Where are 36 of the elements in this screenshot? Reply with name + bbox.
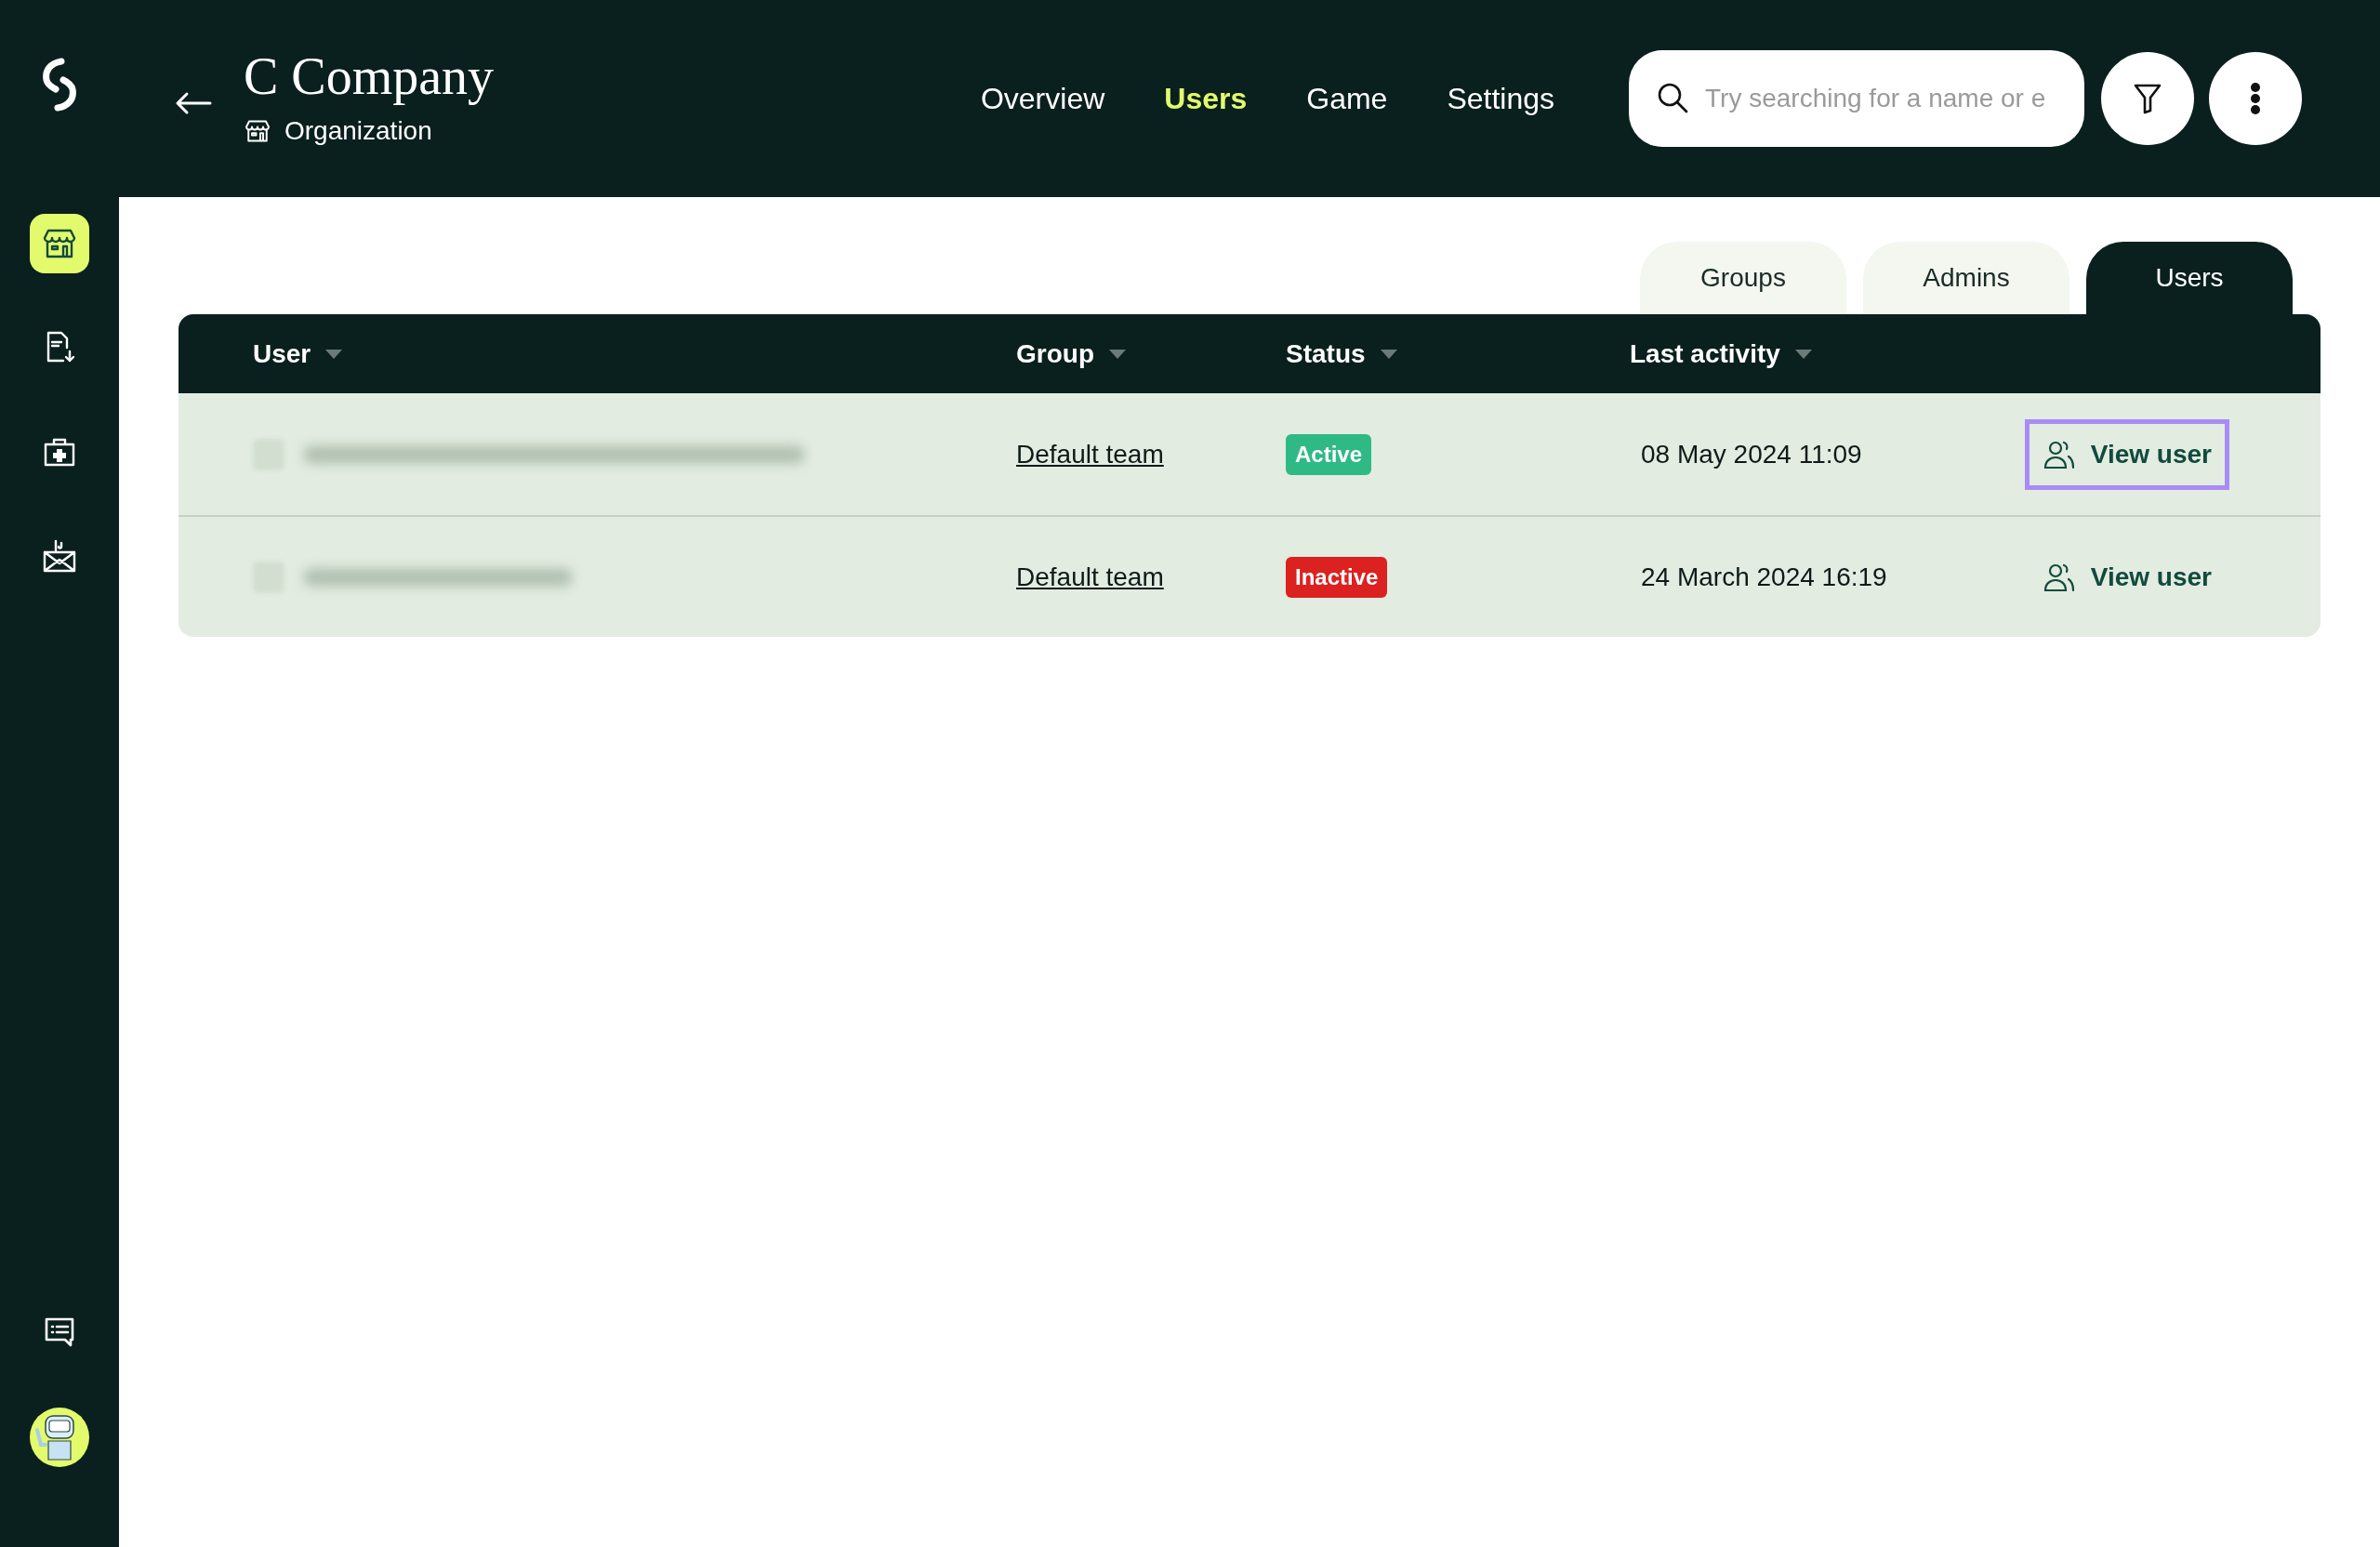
sort-caret-icon: [1380, 349, 1397, 359]
status-badge: Inactive: [1286, 556, 1388, 598]
column-header[interactable]: Status: [1286, 334, 1366, 374]
nav-link[interactable]: Users: [1164, 76, 1248, 121]
last-activity: 08 May 2024 11:09: [1640, 438, 1863, 470]
search-bar[interactable]: Try searching for a name or e: [1629, 50, 2084, 147]
nav-link[interactable]: Overview: [980, 76, 1105, 121]
group-link[interactable]: Default team: [1016, 439, 1164, 469]
column-header[interactable]: User: [253, 334, 311, 374]
nav-link[interactable]: Game: [1306, 76, 1388, 121]
group-link[interactable]: Default team: [1016, 562, 1164, 591]
sort-caret-icon: [1109, 349, 1126, 359]
view-user-button[interactable]: View user: [2024, 418, 2229, 490]
search-field[interactable]: Try searching for a name or e: [1705, 79, 2056, 118]
sidebar-item[interactable]: [30, 214, 89, 273]
tab[interactable]: Admins: [1863, 242, 2069, 314]
chat-list-icon[interactable]: [43, 1316, 76, 1348]
organization-subtitle: Organization: [284, 115, 432, 147]
status-badge: Active: [1286, 433, 1372, 475]
last-activity: 24 March 2024 16:19: [1640, 561, 1888, 593]
column-header[interactable]: Group: [1016, 334, 1094, 374]
vertical-dots-icon: [2250, 82, 2261, 115]
view-user-button[interactable]: View user: [2024, 541, 2229, 613]
search-icon: [1657, 82, 1690, 115]
tab[interactable]: Users: [2086, 242, 2293, 314]
sort-caret-icon: [325, 349, 343, 359]
sort-caret-icon: [1794, 349, 1812, 359]
column-header[interactable]: Last activity: [1630, 334, 1780, 374]
filter-icon: [2133, 83, 2162, 114]
nav-link[interactable]: Settings: [1447, 76, 1554, 121]
logo-icon: [41, 58, 78, 112]
robot-avatar-icon[interactable]: [30, 1408, 89, 1467]
back-arrow-icon[interactable]: [175, 91, 212, 115]
tab[interactable]: Groups: [1640, 242, 1846, 314]
organization-title: C Company: [244, 46, 495, 106]
envelope-hook-icon: [41, 537, 78, 575]
